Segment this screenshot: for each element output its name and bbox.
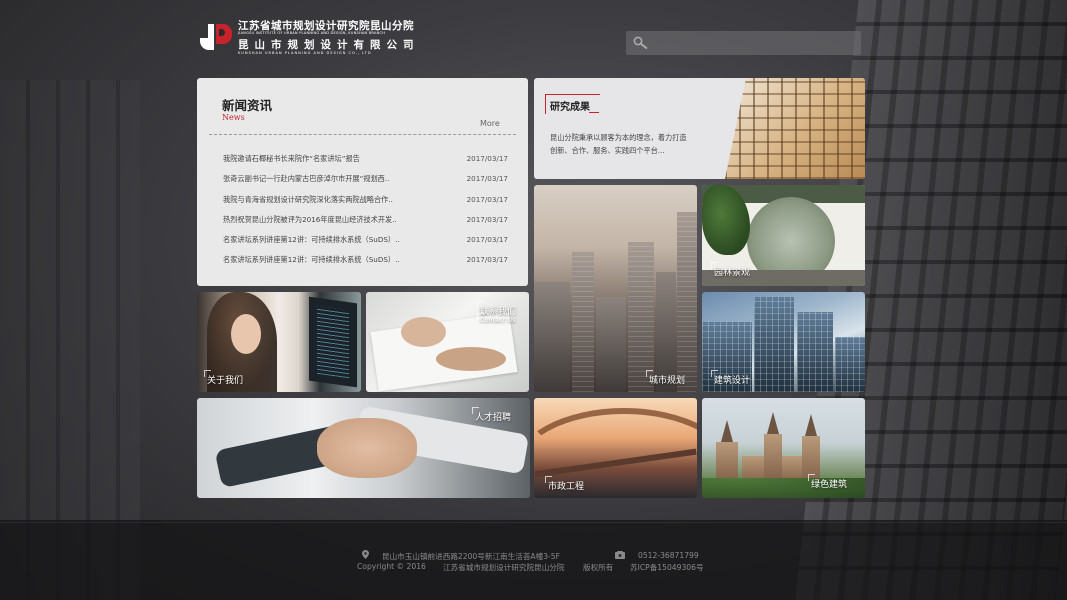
news-list: 我院邀请石椰秘书长来院作“名家讲坛”报告 2017/03/17 张奇云副书记一行… <box>223 154 508 276</box>
municipal-engineering-tile[interactable]: 市政工程 <box>534 398 697 498</box>
news-item-title[interactable]: 名家讲坛系列讲座第12讲：可持续排水系统（SuDS）.. <box>223 255 433 265</box>
search-icon[interactable] <box>633 36 649 50</box>
tower-image <box>835 337 865 392</box>
footer-institute: 江苏省城市规划设计研究院昆山分院 <box>443 563 565 572</box>
tower-image <box>797 312 833 392</box>
footer-copyright: Copyright © 2016 <box>357 562 426 571</box>
hand-image <box>401 317 446 347</box>
location-pin-icon <box>362 550 369 559</box>
hand-image <box>436 347 506 371</box>
green-building-tile[interactable]: 绿色建筑 <box>702 398 865 498</box>
footer-rights: 版权所有 <box>583 563 614 572</box>
news-item-title[interactable]: 我院邀请石椰秘书长来院作“名家讲坛”报告 <box>223 154 433 164</box>
news-item[interactable]: 热烈祝贺昆山分院被评为2016年度昆山经济技术开发.. 2017/03/17 <box>223 215 508 235</box>
monitor-image <box>309 296 357 388</box>
about-us-tile[interactable]: 关于我们 <box>197 292 361 392</box>
logo-cn-line2: 昆山市规划设计有限公司 <box>238 39 420 51</box>
glass-building-image <box>725 78 865 179</box>
news-item-date: 2017/03/17 <box>466 255 508 265</box>
talent-recruitment-label: 人才招聘 <box>471 407 511 423</box>
news-item[interactable]: 名家讲坛系列讲座第12讲：可持续排水系统（SuDS）.. 2017/03/17 <box>223 255 508 275</box>
news-divider <box>209 134 516 135</box>
news-item-date: 2017/03/17 <box>466 214 508 224</box>
logo-en-line1: JIANGSU INSTITUTE OF URBAN PLANNING AND … <box>238 31 386 35</box>
skyscraper-image <box>596 297 626 392</box>
skyscraper-image <box>572 252 594 392</box>
municipal-engineering-label: 市政工程 <box>544 476 584 492</box>
news-item-date: 2017/03/17 <box>466 174 508 184</box>
spire-image <box>721 420 733 442</box>
handshake-image <box>317 418 417 478</box>
city-planning-tile[interactable]: 城市规划 <box>534 185 697 392</box>
news-panel: 新闻资讯 News More 我院邀请石椰秘书长来院作“名家讲坛”报告 2017… <box>197 78 528 286</box>
news-item-date: 2017/03/17 <box>466 235 508 245</box>
architecture-design-tile[interactable]: 建筑设计 <box>702 292 865 392</box>
news-item-date: 2017/03/17 <box>466 194 508 204</box>
tower-image <box>754 297 794 392</box>
architecture-design-label: 建筑设计 <box>710 370 750 386</box>
skyscraper-image <box>677 212 697 392</box>
face-image <box>231 314 261 354</box>
footer-icp[interactable]: 苏ICP备15049306号 <box>630 562 704 573</box>
logo-mark-icon <box>200 24 234 50</box>
spire-image <box>805 414 817 436</box>
news-item-date: 2017/03/17 <box>466 154 508 163</box>
news-subtitle: News <box>222 113 245 122</box>
search-input[interactable] <box>654 31 854 55</box>
garden-landscape-label: 园林景观 <box>710 262 750 278</box>
news-item-title[interactable]: 张奇云副书记一行赴内蒙古巴彦淖尔市开展“规划西.. <box>223 174 433 184</box>
garden-landscape-tile[interactable]: 园林景观 <box>702 185 865 286</box>
news-item[interactable]: 张奇云副书记一行赴内蒙古巴彦淖尔市开展“规划西.. 2017/03/17 <box>223 174 508 194</box>
research-description: 昆山分院秉承以顾客为本的理念，着力打造创新、合作、服务、实践四个平台... <box>550 133 687 155</box>
news-item[interactable]: 名家讲坛系列讲座第12讲：可持续排水系统（SuDS）.. 2017/03/17 <box>223 235 508 255</box>
city-planning-label: 城市规划 <box>645 370 685 386</box>
research-results-tile[interactable]: 研究成果 昆山分院秉承以顾客为本的理念，着力打造创新、合作、服务、实践四个平台.… <box>534 78 865 179</box>
spire-image <box>767 412 779 434</box>
news-item[interactable]: 我院邀请石椰秘书长来院作“名家讲坛”报告 2017/03/17 <box>223 154 508 174</box>
news-more-link[interactable]: More <box>480 119 500 128</box>
about-us-label: 关于我们 <box>203 370 243 386</box>
news-item[interactable]: 我院与青海省规划设计研究院深化落实两院战略合作.. 2017/03/17 <box>223 195 508 215</box>
news-item-title[interactable]: 热烈祝贺昆山分院被评为2016年度昆山经济技术开发.. <box>223 215 433 225</box>
contact-us-tile[interactable]: 联系我们 Contact Us <box>366 292 529 392</box>
footer-phone: 0512-36871799 <box>638 551 699 560</box>
contact-us-label-en: Contact Us <box>477 313 516 324</box>
title-underline-decoration <box>589 112 599 113</box>
news-item-title[interactable]: 名家讲坛系列讲座第12讲：可持续排水系统（SuDS）.. <box>223 235 433 245</box>
green-building-label: 绿色建筑 <box>807 474 847 490</box>
news-item-title[interactable]: 我院与青海省规划设计研究院深化落实两院战略合作.. <box>223 195 433 205</box>
search-box[interactable] <box>626 31 861 55</box>
talent-recruitment-tile[interactable]: 人才招聘 <box>197 398 530 498</box>
phone-icon <box>615 551 625 559</box>
skyscraper-image <box>534 282 570 392</box>
logo-en-line2: KUNSHAN URBAN PLANNING AND DESIGN CO., L… <box>238 51 372 55</box>
research-title: 研究成果 <box>550 102 590 113</box>
news-title: 新闻资讯 <box>222 98 273 113</box>
site-logo[interactable]: 江苏省城市规划设计研究院昆山分院 JIANGSU INSTITUTE OF UR… <box>200 18 414 58</box>
